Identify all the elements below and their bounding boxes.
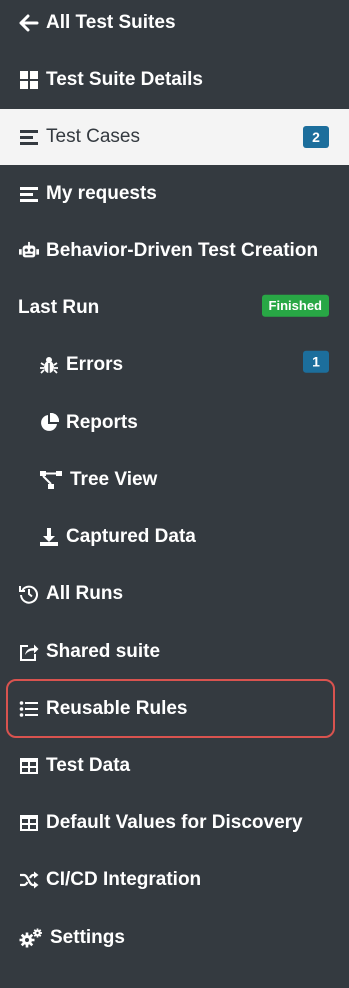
nav-item-label: Behavior-Driven Test Creation: [46, 240, 319, 261]
pie-chart-icon: [38, 412, 60, 434]
nav-item-label: CI/CD Integration: [46, 869, 202, 890]
run-status-badge: Finished: [261, 294, 329, 317]
nav-item-settings[interactable]: Settings: [0, 910, 349, 966]
nav-item-label: Shared suite: [46, 641, 161, 662]
gears-icon: [18, 927, 44, 949]
nav-item-my-requests[interactable]: My requests: [0, 166, 349, 222]
nav-item-ci-cd-integration[interactable]: CI/CD Integration: [0, 852, 349, 908]
nav-item-label: Test Suite Details: [46, 69, 203, 90]
history-icon: [18, 583, 40, 605]
nav-item-reusable-rules[interactable]: Reusable Rules: [0, 681, 349, 737]
bug-icon: [38, 354, 60, 376]
list-icon: [18, 183, 40, 205]
nav-item-errors[interactable]: Errors 1: [0, 337, 349, 393]
table-icon: [18, 755, 40, 777]
nav-item-label: Reports: [66, 412, 138, 433]
shuffle-icon: [18, 869, 40, 891]
nav-item-label: Default Values for Discovery: [46, 812, 303, 833]
list-icon: [18, 126, 40, 148]
share-icon: [18, 641, 40, 663]
nav-item-label: Settings: [50, 927, 125, 948]
robot-icon: [18, 240, 40, 262]
nav-item-label: My requests: [46, 183, 157, 204]
nav-item-label: Errors: [66, 354, 124, 375]
list-ul-icon: [18, 698, 40, 720]
nav-item-test-data[interactable]: Test Data: [0, 738, 349, 794]
nav-item-last-run[interactable]: Last Run Finished: [0, 280, 349, 336]
nav-item-shared-suite[interactable]: Shared suite: [0, 624, 349, 680]
nav-item-label: Test Data: [46, 755, 131, 776]
download-icon: [38, 526, 60, 548]
nav-item-tree-view[interactable]: Tree View: [0, 452, 349, 508]
errors-count-badge: 1: [303, 350, 329, 373]
tree-icon: [38, 469, 64, 491]
nav-item-behavior-driven-test-creation[interactable]: Behavior-Driven Test Creation: [0, 223, 349, 279]
nav-item-label: Test Cases: [46, 126, 140, 147]
nav-item-label: Last Run: [18, 297, 100, 318]
nav-item-default-values-for-discovery[interactable]: Default Values for Discovery: [0, 795, 349, 851]
nav-item-all-test-suites[interactable]: All Test Suites: [0, 0, 349, 51]
nav-item-test-cases[interactable]: Test Cases 2: [0, 109, 349, 165]
nav-item-captured-data[interactable]: Captured Data: [0, 509, 349, 565]
nav-item-test-suite-details[interactable]: Test Suite Details: [0, 52, 349, 108]
nav-item-reports[interactable]: Reports: [0, 395, 349, 451]
nav-item-label: Reusable Rules: [46, 698, 188, 719]
nav-item-label: Tree View: [70, 469, 158, 490]
nav-item-all-runs[interactable]: All Runs: [0, 566, 349, 622]
arrow-left-icon: [18, 12, 40, 34]
sidebar-nav: All Test Suites Test Suite Details Test …: [0, 0, 349, 988]
grid-icon: [18, 69, 40, 91]
nav-item-label: All Test Suites: [46, 12, 176, 33]
test-cases-count-badge: 2: [303, 126, 329, 148]
nav-item-label: All Runs: [46, 583, 124, 604]
table-icon: [18, 812, 40, 834]
nav-item-label: Captured Data: [66, 526, 196, 547]
